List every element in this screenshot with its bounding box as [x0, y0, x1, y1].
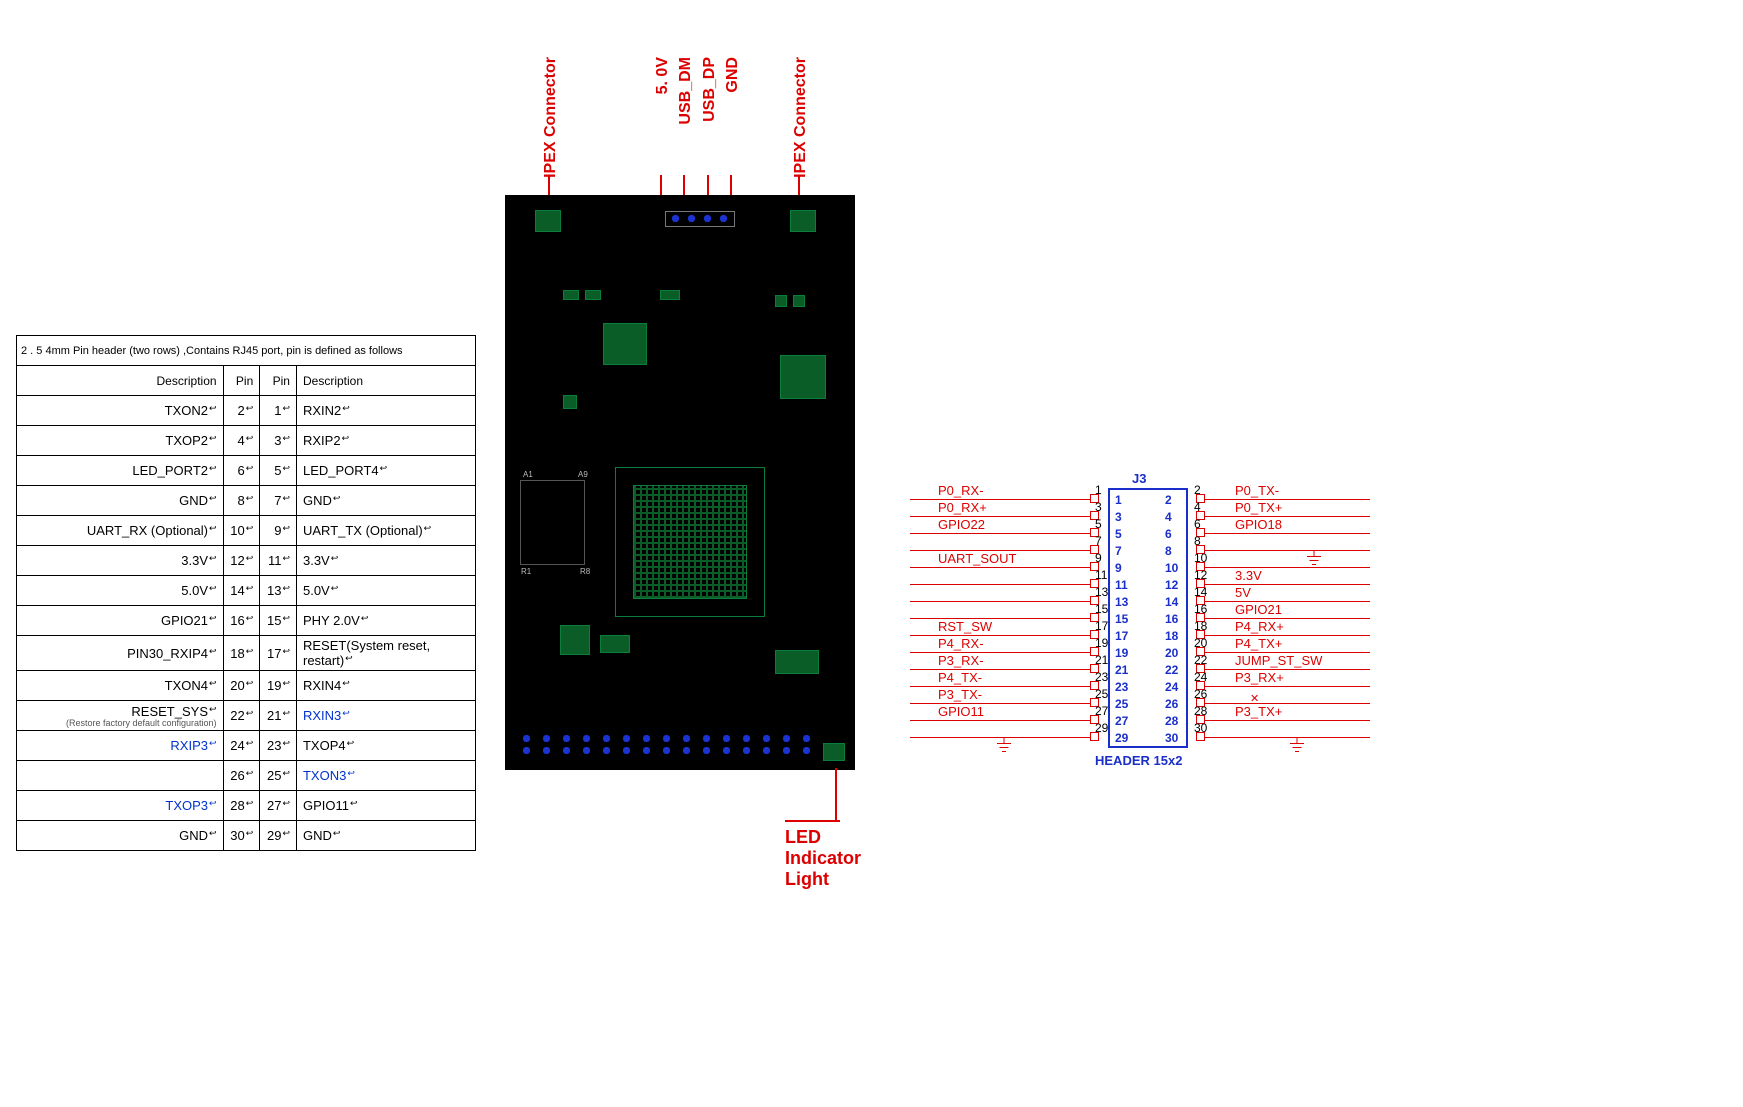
top-label: IPEX Connector: [542, 57, 560, 178]
silk-r8: R8: [580, 567, 590, 576]
net-label: P4_TX-: [938, 670, 982, 685]
table-row: 3.3V↩12↩11↩3.3V↩: [17, 546, 476, 576]
pcb-board: A1 A9 R1 R8: [505, 195, 855, 770]
top-label: IPEX Connector: [792, 57, 810, 178]
net-label: RST_SW: [938, 619, 992, 634]
net-label: P3_RX+: [1235, 670, 1284, 685]
col-pin-left: Pin: [223, 366, 260, 396]
net-label: P0_RX-: [938, 483, 984, 498]
table-row: PIN30_RXIP4↩18↩17↩RESET(System reset, re…: [17, 636, 476, 671]
table-row: TXOP2↩4↩3↩RXIP2↩: [17, 426, 476, 456]
top-label: GND: [724, 57, 742, 93]
table-row: GPIO21↩16↩15↩PHY 2.0V↩: [17, 606, 476, 636]
schematic-header-j3: J3 HEADER 15x2 121P0_RX-2P0_TX-343P0_RX+…: [900, 475, 1380, 785]
table-row: GND↩8↩7↩GND↩: [17, 486, 476, 516]
led-indicator-label: LED Indicator Light: [785, 827, 875, 890]
net-label: P3_TX-: [938, 687, 982, 702]
col-desc-left: Description: [17, 366, 224, 396]
col-pin-right: Pin: [260, 366, 297, 396]
silk-a9: A9: [578, 470, 588, 479]
table-row: RESET_SYS↩(Restore factory default confi…: [17, 701, 476, 731]
sch-part-name: HEADER 15x2: [1095, 753, 1182, 768]
table-row: TXON2↩2↩1↩RXIN2↩: [17, 396, 476, 426]
pcb-layout-panel: IPEX Connector5. 0VUSB_DMUSB_DPGNDIPEX C…: [505, 75, 875, 770]
net-label: UART_SOUT: [938, 551, 1017, 566]
col-desc-right: Description: [296, 366, 475, 396]
net-label: P0_TX+: [1235, 500, 1282, 515]
net-label: P4_RX-: [938, 636, 984, 651]
table-row: LED_PORT2↩6↩5↩LED_PORT4↩: [17, 456, 476, 486]
table-row: TXON4↩20↩19↩RXIN4↩: [17, 671, 476, 701]
net-label: P0_RX+: [938, 500, 987, 515]
net-label: P0_TX-: [1235, 483, 1279, 498]
top-label: 5. 0V: [654, 57, 672, 94]
sch-refdes: J3: [1132, 471, 1146, 486]
pin-definition-table: 2 . 5 4mm Pin header (two rows) ,Contain…: [16, 335, 476, 851]
net-label: GPIO22: [938, 517, 985, 532]
net-label: P3_TX+: [1235, 704, 1282, 719]
gnd-icon: [1288, 739, 1306, 753]
gnd-icon: [1305, 552, 1323, 566]
top-label: USB_DM: [677, 57, 695, 125]
net-label: GPIO21: [1235, 602, 1282, 617]
net-label: GPIO18: [1235, 517, 1282, 532]
table-row: GND↩30↩29↩GND↩: [17, 821, 476, 851]
silk-r1: R1: [521, 567, 531, 576]
table-row: RXIP3↩24↩23↩TXOP4↩: [17, 731, 476, 761]
net-label: P4_TX+: [1235, 636, 1282, 651]
net-label: P3_RX-: [938, 653, 984, 668]
table-row: UART_RX (Optional)↩10↩9↩UART_TX (Optiona…: [17, 516, 476, 546]
net-label: 3.3V: [1235, 568, 1262, 583]
table-row: 26↩25↩TXON3↩: [17, 761, 476, 791]
net-label: P4_RX+: [1235, 619, 1284, 634]
net-label: GPIO11: [938, 704, 984, 719]
net-label: 5V: [1235, 585, 1251, 600]
gnd-icon: [995, 739, 1013, 753]
silk-a1: A1: [523, 470, 533, 479]
top-label: USB_DP: [701, 57, 719, 122]
table-caption: 2 . 5 4mm Pin header (two rows) ,Contain…: [17, 336, 476, 366]
table-row: TXOP3↩28↩27↩GPIO11↩: [17, 791, 476, 821]
table-row: 5.0V↩14↩13↩5.0V↩: [17, 576, 476, 606]
net-label: JUMP_ST_SW: [1235, 653, 1322, 668]
